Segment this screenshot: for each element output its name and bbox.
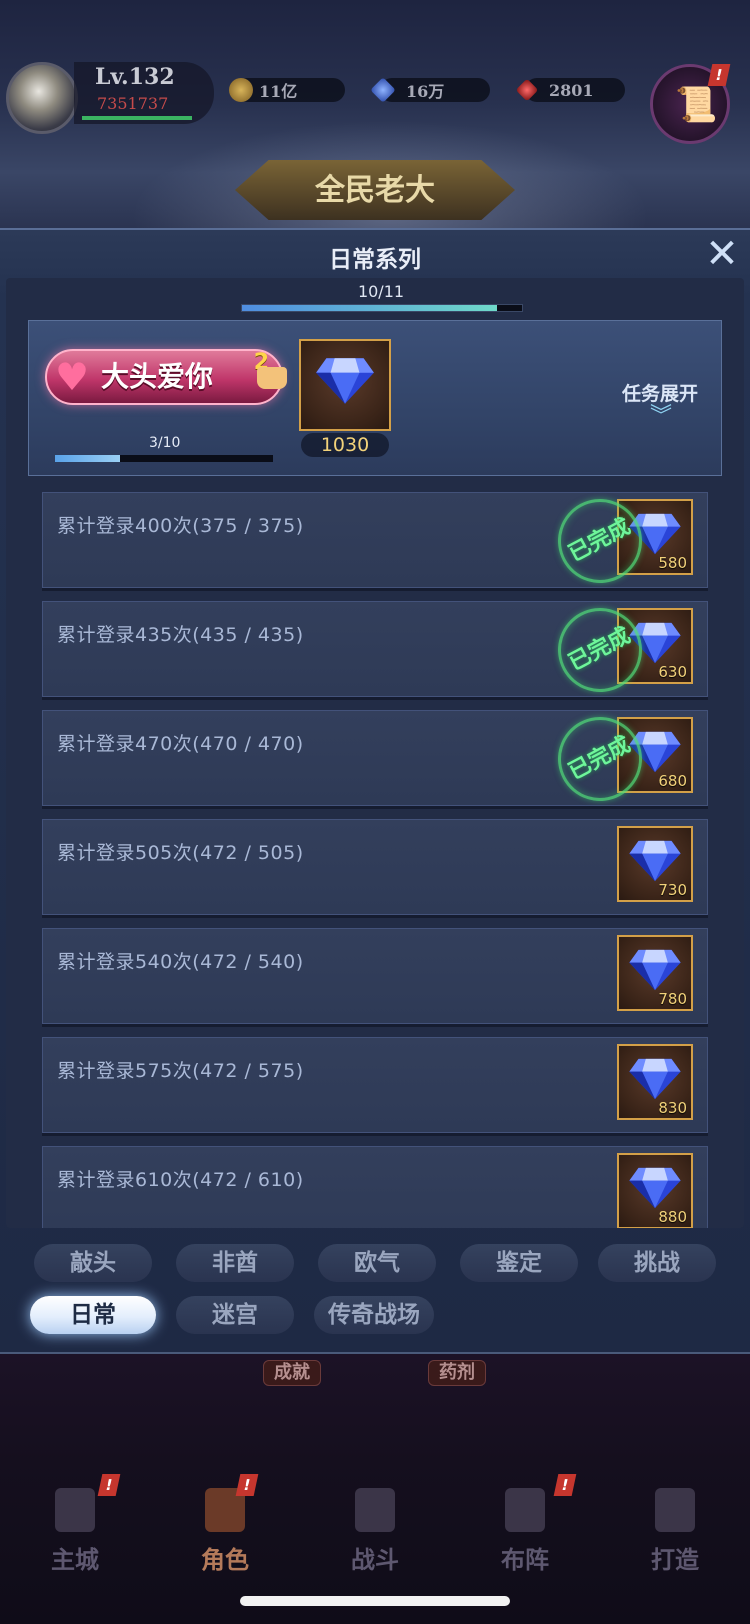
panel-title: 日常系列: [329, 247, 421, 273]
nav-label: 战斗: [351, 1545, 399, 1574]
combat-power: 7351737: [97, 94, 169, 113]
overall-progress-bar: [241, 304, 523, 312]
featured-progress-label: 3/10: [149, 435, 181, 451]
tab-feiqiu[interactable]: 非酋: [176, 1244, 294, 1282]
nav-label: 主城: [51, 1545, 99, 1574]
reward-quantity: 830: [658, 1099, 687, 1117]
expand-label: 任务展开: [621, 383, 698, 405]
reward-slot[interactable]: 730: [617, 826, 693, 902]
task-list-area[interactable]: 10/11 ♥ 大头爱你 2 3/10 1030 任务展开 ︾ 累计登录400次…: [6, 278, 744, 1228]
event-logo: ♥ 大头爱你 2: [45, 349, 287, 405]
home-indicator[interactable]: [240, 1596, 510, 1606]
reward-quantity: 680: [658, 772, 687, 790]
task-row: 累计登录610次(472 / 610) 880: [42, 1146, 708, 1228]
task-label: 累计登录575次(472 / 575): [57, 1060, 304, 1082]
task-row: 累计登录400次(375 / 375) 已完成 580: [42, 484, 708, 598]
reward-quantity: 880: [658, 1208, 687, 1226]
gold-resource[interactable]: 11亿: [229, 78, 345, 102]
gem-resource[interactable]: 16万: [370, 77, 490, 103]
diamond-icon: [629, 840, 681, 882]
gold-amount: 11亿: [259, 82, 298, 101]
task-row: 累计登录470次(470 / 470) 已完成 680: [42, 702, 708, 816]
task-row: 累计登录540次(472 / 540) 780: [42, 928, 708, 1024]
nav-label: 打造: [651, 1545, 699, 1574]
task-label: 累计登录505次(472 / 505): [57, 842, 304, 864]
diamond-icon: [629, 1058, 681, 1100]
task-row: 累计登录575次(472 / 575) 830: [42, 1037, 708, 1133]
task-label: 累计登录470次(470 / 470): [57, 733, 304, 755]
close-button[interactable]: ✕: [702, 234, 742, 276]
nav-label: 布阵: [501, 1545, 549, 1574]
featured-reward-card: ♥ 大头爱你 2 3/10 1030 任务展开 ︾: [28, 320, 722, 476]
player-level: Lv.132: [95, 64, 175, 90]
nav-label: 角色: [201, 1545, 249, 1574]
reward-quantity: 580: [658, 554, 687, 572]
event-logo-text: 大头爱你: [101, 360, 214, 393]
reward-quantity: 730: [658, 881, 687, 899]
task-row: 累计登录435次(435 / 435) 已完成 630: [42, 593, 708, 707]
gem-amount: 16万: [406, 82, 445, 101]
diamond-icon: [629, 1167, 681, 1209]
daily-series-panel: 日常系列 ✕ 10/11 ♥ 大头爱你 2 3/10 1030 任务展开 ︾ 累…: [0, 228, 750, 1354]
reward-quantity: 780: [658, 990, 687, 1008]
diamond-icon: [316, 358, 374, 405]
gold-coin-icon: [229, 78, 253, 102]
tab-legend-battlefield[interactable]: 传奇战场: [314, 1296, 434, 1334]
scroll-icon: 📜: [675, 85, 718, 125]
overall-progress-fill: [242, 305, 497, 311]
nav-item-character[interactable]: 角色: [160, 1470, 290, 1580]
featured-reward-quantity: 1030: [301, 433, 389, 457]
overall-progress-label: 10/11: [357, 282, 405, 301]
player-avatar[interactable]: [6, 62, 78, 134]
castle-icon: [55, 1488, 95, 1532]
task-label: 累计登录435次(435 / 435): [57, 624, 304, 646]
diamond-icon: [629, 949, 681, 991]
close-icon: ✕: [705, 231, 739, 277]
featured-progress-fill: [55, 455, 121, 462]
tab-jianding[interactable]: 鉴定: [460, 1244, 578, 1282]
reward-slot[interactable]: 880: [617, 1153, 693, 1228]
potion-tag[interactable]: 药剂: [428, 1360, 486, 1386]
formation-icon: [505, 1488, 545, 1532]
achievement-tag[interactable]: 成就: [263, 1360, 321, 1386]
featured-reward-slot[interactable]: [299, 339, 391, 431]
crossed-swords-icon: [355, 1488, 395, 1532]
tab-tiaozhan[interactable]: 挑战: [598, 1244, 716, 1282]
task-label: 累计登录610次(472 / 610): [57, 1169, 304, 1191]
exp-bar: [82, 116, 192, 120]
heart-icon: ♥: [55, 355, 90, 399]
expand-tasks-button[interactable]: 任务展开 ︾: [605, 379, 715, 429]
nav-item-battle[interactable]: 战斗: [310, 1470, 440, 1580]
nav-item-main-city[interactable]: 主城: [10, 1470, 140, 1580]
ruby-resource[interactable]: 2801: [515, 78, 625, 102]
featured-progress-bar: [55, 455, 273, 462]
title-banner: 全民老大: [235, 160, 515, 220]
reward-slot[interactable]: 780: [617, 935, 693, 1011]
anvil-icon: [655, 1488, 695, 1532]
double-chevron-down-icon: ︾: [649, 404, 672, 429]
task-label: 累计登录400次(375 / 375): [57, 515, 304, 537]
nav-item-forge[interactable]: 打造: [610, 1470, 740, 1580]
cake-icon: [257, 367, 287, 389]
tab-maze[interactable]: 迷宫: [176, 1296, 294, 1334]
task-label: 累计登录540次(472 / 540): [57, 951, 304, 973]
tab-ouqi[interactable]: 欧气: [318, 1244, 436, 1282]
tab-daily[interactable]: 日常: [30, 1296, 156, 1334]
reward-quantity: 630: [658, 663, 687, 681]
task-row: 累计登录505次(472 / 505) 730: [42, 819, 708, 915]
tab-qiaotou[interactable]: 敲头: [34, 1244, 152, 1282]
reward-slot[interactable]: 830: [617, 1044, 693, 1120]
ruby-amount: 2801: [549, 80, 594, 100]
